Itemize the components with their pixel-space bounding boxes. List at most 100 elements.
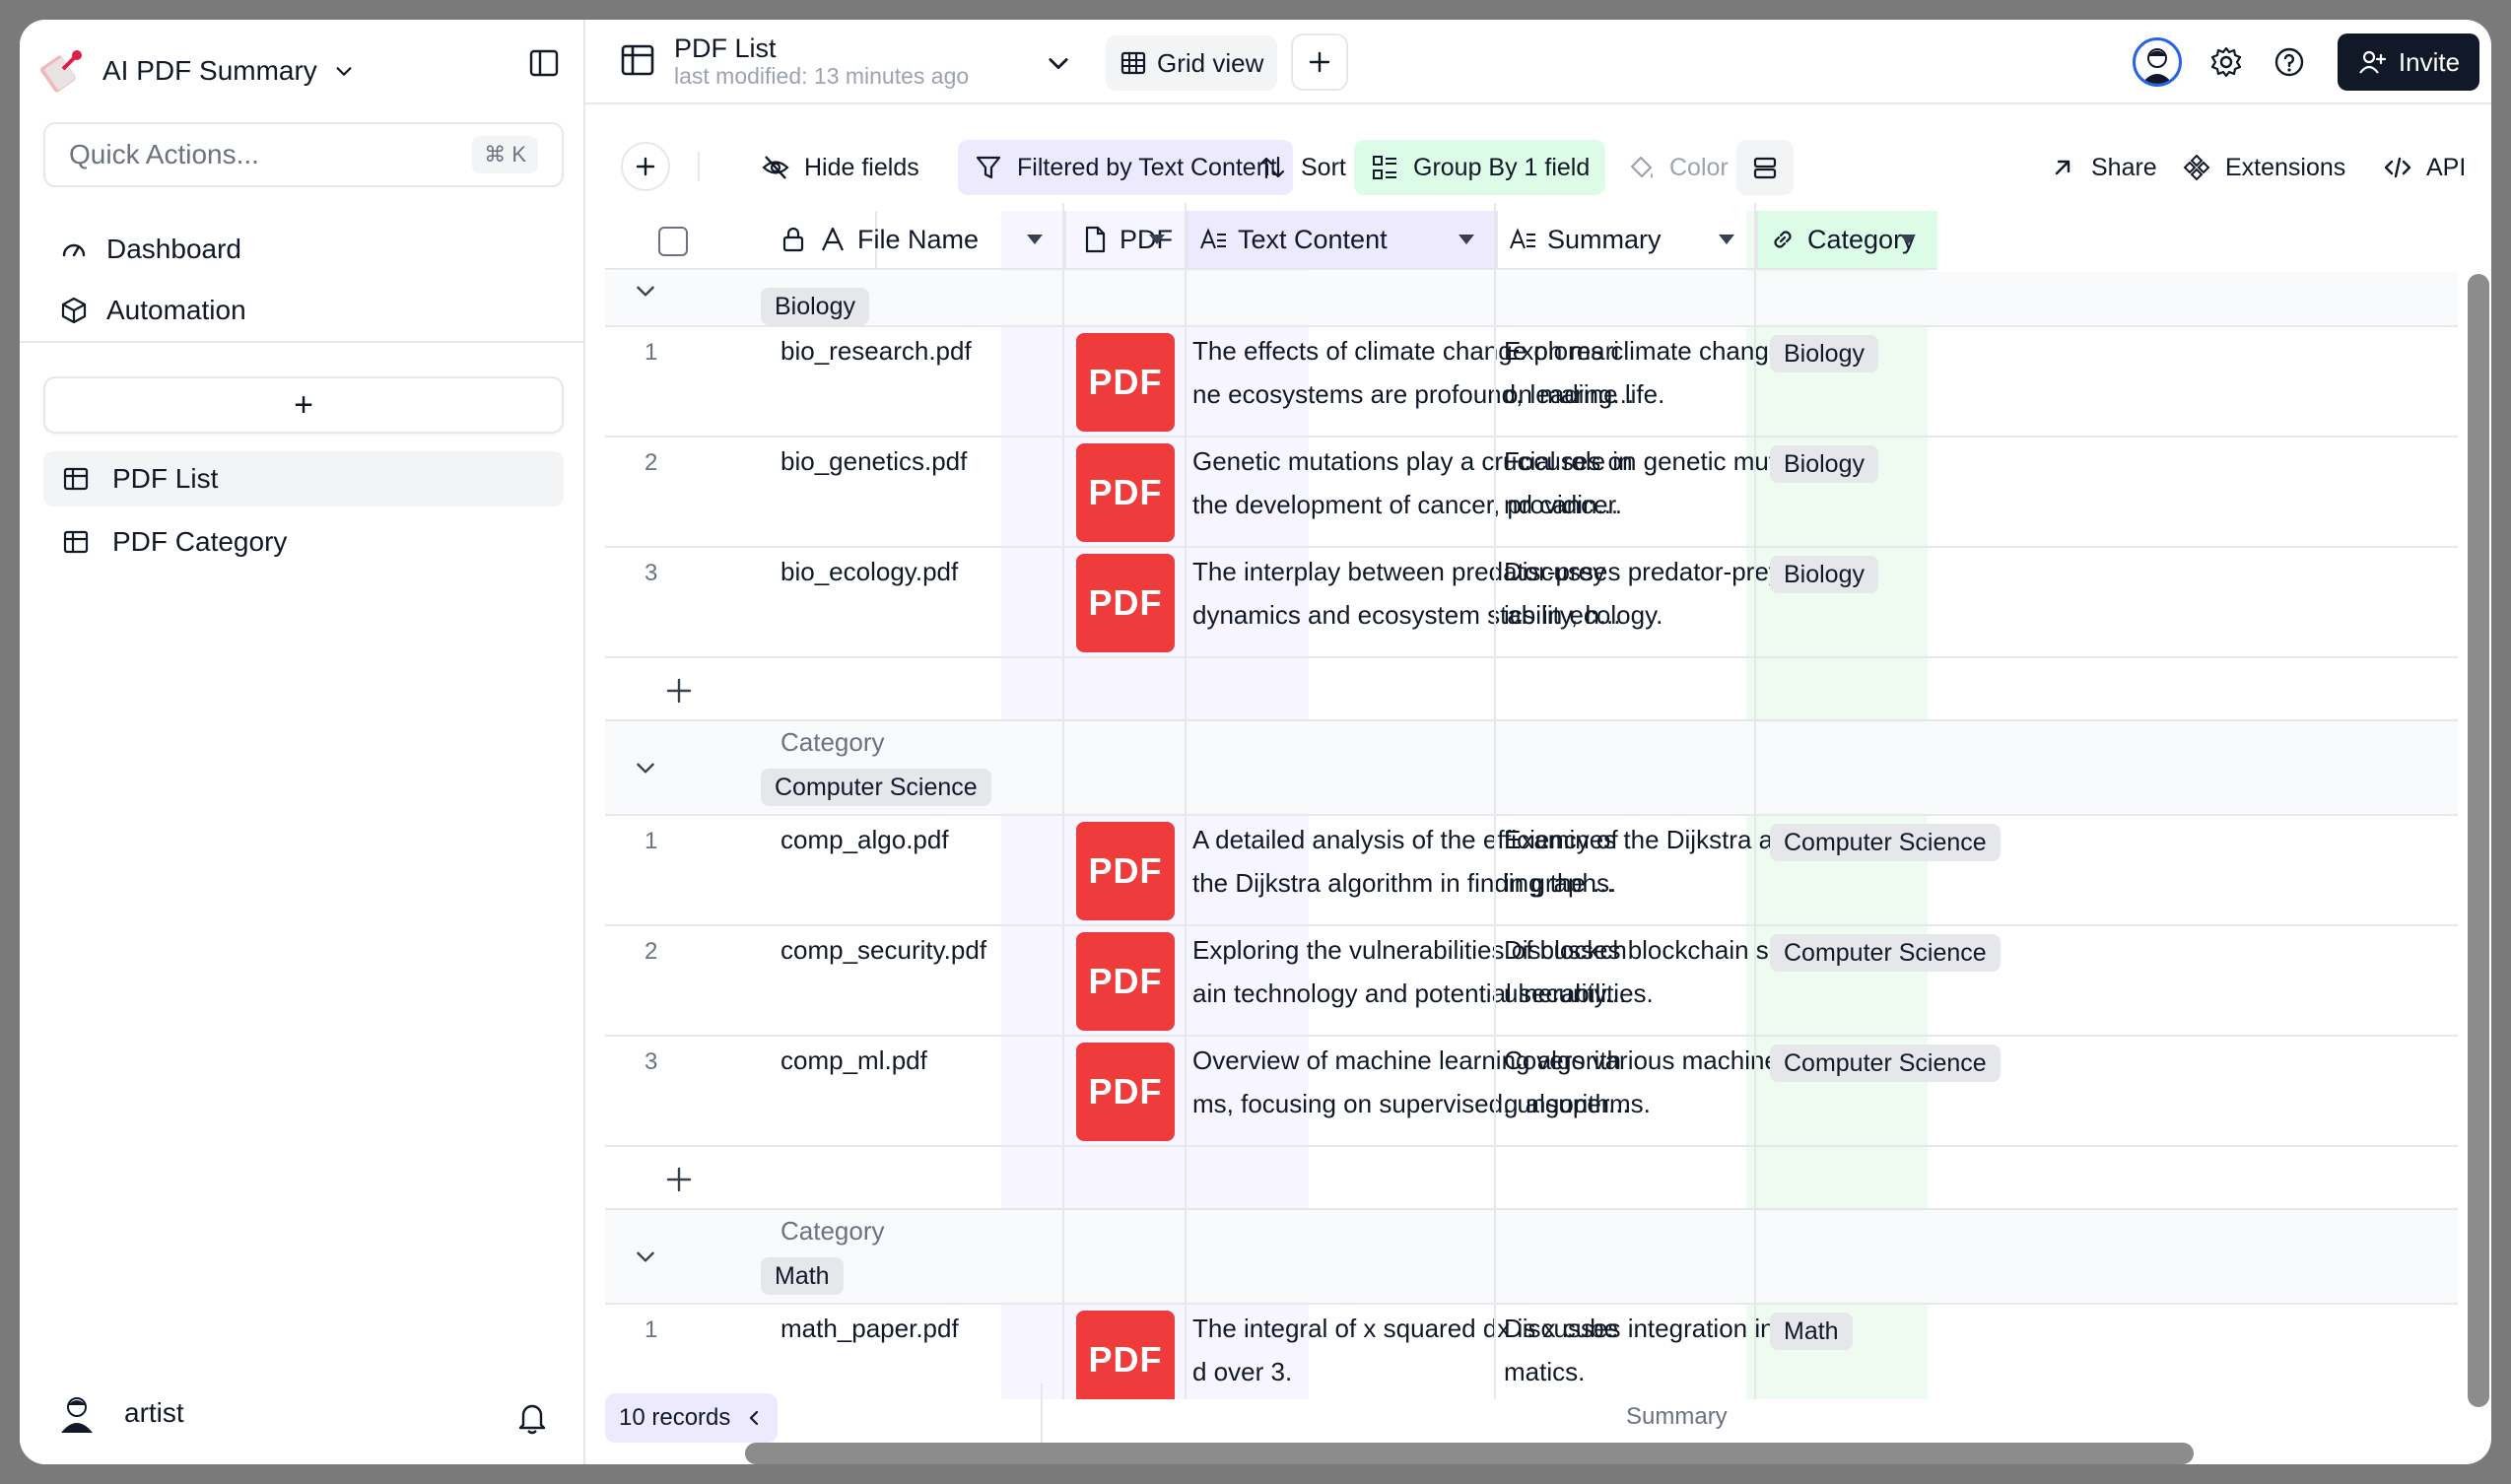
category-tag[interactable]: Computer Science	[1770, 824, 2001, 861]
record-count: 10 records	[619, 1404, 731, 1431]
caret-down-icon[interactable]	[1147, 233, 1167, 246]
pdf-attachment-thumbnail[interactable]: PDF	[1076, 1311, 1175, 1399]
pdf-attachment-thumbnail[interactable]: PDF	[1076, 333, 1175, 432]
quick-actions-search[interactable]: Quick Actions... ⌘ K	[43, 122, 564, 187]
category-tag[interactable]: Biology	[1770, 335, 1878, 372]
base-switcher[interactable]: AI PDF Summary	[37, 41, 570, 101]
file-name-cell[interactable]: math_paper.pdf	[780, 1307, 959, 1350]
group-header[interactable]: Category Math	[605, 1210, 2458, 1305]
caret-down-icon[interactable]	[1025, 233, 1045, 246]
collaborator-avatar[interactable]	[2133, 37, 2182, 87]
plus-icon[interactable]	[664, 1165, 694, 1194]
nav-dashboard[interactable]: Dashboard	[59, 225, 241, 274]
table-row[interactable]: 1 math_paper.pdf PDF The integral of x s…	[605, 1305, 2458, 1399]
add-row[interactable]	[605, 1147, 2458, 1210]
table-row[interactable]: 1 bio_research.pdf PDF The effects of cl…	[605, 327, 2458, 438]
pdf-attachment-thumbnail[interactable]: PDF	[1076, 1043, 1175, 1141]
file-name-cell[interactable]: comp_algo.pdf	[780, 818, 949, 861]
gear-icon[interactable]	[2209, 45, 2243, 79]
chevron-down-icon[interactable]	[633, 755, 658, 780]
summary-line2[interactable]: in graphs.	[1504, 861, 1616, 905]
chevron-down-icon[interactable]	[633, 1244, 658, 1269]
view-tab-label: Grid view	[1157, 47, 1264, 78]
column-header-text-content[interactable]: Text Content	[1187, 211, 1496, 270]
group-button[interactable]: Group By 1 field	[1354, 140, 1606, 195]
group-header[interactable]: Biology	[605, 272, 2458, 327]
file-name-cell[interactable]: bio_ecology.pdf	[780, 550, 958, 593]
pdf-attachment-thumbnail[interactable]: PDF	[1076, 822, 1175, 920]
grid-view-icon	[1120, 51, 1146, 75]
file-name-cell[interactable]: comp_security.pdf	[780, 928, 986, 972]
column-header-summary[interactable]: Summary	[1496, 211, 1756, 270]
category-tag[interactable]: Computer Science	[1770, 1045, 2001, 1082]
summary-line2[interactable]: g algorithms.	[1504, 1082, 1651, 1125]
category-tag[interactable]: Biology	[1770, 445, 1878, 483]
add-row[interactable]	[605, 658, 2458, 721]
api-button[interactable]: API	[2367, 140, 2481, 195]
group-header[interactable]: Category Computer Science	[605, 721, 2458, 816]
pdf-attachment-thumbnail[interactable]: PDF	[1076, 443, 1175, 542]
sidebar-toggle-icon[interactable]	[528, 47, 560, 79]
caret-down-icon[interactable]	[1717, 233, 1736, 246]
chevron-down-icon[interactable]	[1045, 49, 1072, 77]
nav-automation[interactable]: Automation	[59, 286, 246, 335]
category-tag[interactable]: Math	[1770, 1313, 1853, 1350]
summary-line2[interactable]: ulnerabilities.	[1504, 972, 1654, 1015]
summary-line2[interactable]: ics in ecology.	[1504, 593, 1663, 637]
add-table-button[interactable]: +	[43, 376, 564, 434]
quick-actions-placeholder: Quick Actions...	[69, 139, 259, 169]
column-header-pdf[interactable]: PDF	[1064, 211, 1187, 270]
table-row[interactable]: 2 bio_genetics.pdf PDF Genetic mutations…	[605, 438, 2458, 548]
user-name: artist	[124, 1397, 184, 1428]
puzzle-icon	[2183, 154, 2210, 181]
invite-button[interactable]: Invite	[2338, 34, 2479, 91]
row-number: 1	[645, 828, 658, 854]
extensions-button[interactable]: Extensions	[2166, 140, 2361, 195]
column-header-file-name[interactable]: File Name	[810, 211, 1064, 270]
table-title[interactable]: PDF List	[674, 34, 777, 64]
file-name-cell[interactable]: comp_ml.pdf	[780, 1039, 927, 1082]
sidebar-table-pdf-list[interactable]: PDF List	[43, 451, 564, 506]
add-view-button[interactable]	[1291, 34, 1348, 91]
pdf-attachment-thumbnail[interactable]: PDF	[1076, 932, 1175, 1031]
summary-line2[interactable]: on marine life.	[1504, 372, 1664, 416]
row-height-button[interactable]	[1736, 140, 1794, 195]
summary-line2[interactable]: matics.	[1504, 1350, 1585, 1393]
category-tag[interactable]: Computer Science	[1770, 934, 2001, 972]
file-name-cell[interactable]: bio_research.pdf	[780, 329, 972, 372]
column-title: Text Content	[1238, 224, 1388, 254]
chevron-down-icon[interactable]	[633, 278, 658, 304]
share-button[interactable]: Share	[2032, 140, 2173, 195]
table-row[interactable]: 1 comp_algo.pdf PDF A detailed analysis …	[605, 816, 2458, 926]
table-row[interactable]: 3 bio_ecology.pdf PDF The interplay betw…	[605, 548, 2458, 658]
file-name-cell[interactable]: bio_genetics.pdf	[780, 439, 967, 483]
add-record-button[interactable]	[621, 142, 670, 191]
select-all-checkbox[interactable]	[658, 227, 688, 256]
summary-footer-label[interactable]: Summary	[1626, 1403, 1728, 1431]
category-tag[interactable]: Biology	[1770, 556, 1878, 593]
caret-down-icon[interactable]	[1898, 233, 1918, 246]
vertical-scrollbar[interactable]	[2468, 274, 2489, 1407]
text-content-line2[interactable]: d over 3.	[1192, 1350, 1292, 1393]
sort-button[interactable]: Sort	[1242, 140, 1362, 195]
view-tab-grid[interactable]: Grid view	[1106, 35, 1278, 91]
column-header-category[interactable]: Category	[1756, 211, 1937, 270]
hide-fields-button[interactable]: Hide fields	[745, 140, 935, 195]
record-count-badge[interactable]: 10 records	[605, 1393, 779, 1443]
table-row[interactable]: 3 comp_ml.pdf PDF Overview of machine le…	[605, 1037, 2458, 1147]
color-button[interactable]: Color	[1610, 140, 1744, 195]
horizontal-scrollbar[interactable]	[745, 1443, 2194, 1464]
group-icon	[1373, 156, 1396, 179]
table-icon	[63, 467, 89, 491]
pdf-attachment-thumbnail[interactable]: PDF	[1076, 554, 1175, 652]
sidebar-table-pdf-category[interactable]: PDF Category	[43, 514, 564, 570]
user-menu[interactable]: artist	[55, 1391, 184, 1435]
bell-icon[interactable]	[514, 1399, 550, 1435]
sort-icon	[1259, 156, 1285, 179]
table-row[interactable]: 2 comp_security.pdf PDF Exploring the vu…	[605, 926, 2458, 1037]
plus-icon[interactable]	[664, 676, 694, 706]
caret-down-icon[interactable]	[1457, 233, 1476, 246]
help-icon[interactable]	[2273, 45, 2306, 79]
column-divider	[1185, 203, 1187, 1399]
summary-line2[interactable]: nd cancer.	[1504, 483, 1622, 526]
